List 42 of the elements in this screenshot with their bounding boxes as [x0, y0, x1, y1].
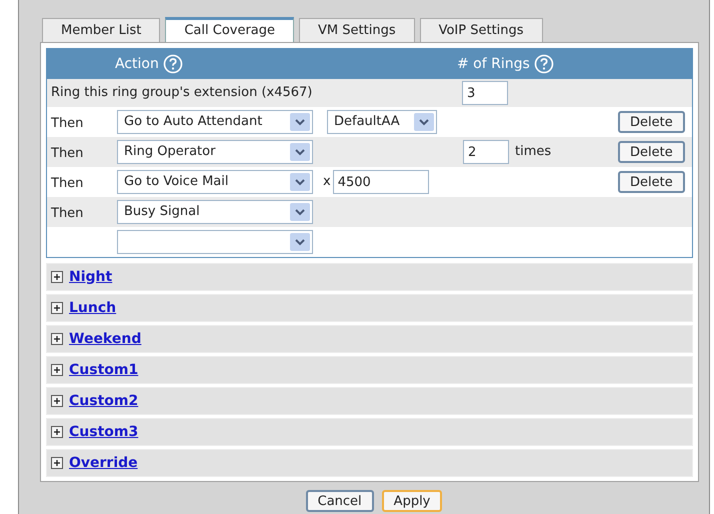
expand-icon[interactable] [51, 364, 63, 376]
expand-icon[interactable] [51, 395, 63, 407]
section-link[interactable]: Night [69, 266, 112, 288]
times-label: times [515, 143, 552, 162]
rings-field[interactable]: 2 [463, 140, 509, 164]
section-link[interactable]: Weekend [69, 328, 142, 350]
tab[interactable]: Call Coverage [165, 17, 294, 42]
delete-button[interactable]: Delete [618, 171, 685, 193]
column-header: Action [115, 54, 159, 74]
action-select[interactable]: Go to Voice Mail [117, 170, 313, 194]
section-link[interactable]: Override [69, 452, 138, 474]
rings-field[interactable]: 3 [462, 81, 508, 105]
section-link[interactable]: Custom3 [69, 422, 138, 442]
target-select[interactable]: DefaultAA [327, 110, 437, 134]
apply-button[interactable]: Apply [382, 490, 442, 512]
delete-button[interactable]: Delete [618, 141, 685, 163]
action-select[interactable]: Ring Operator [117, 140, 313, 164]
section-link[interactable]: Custom1 [69, 360, 138, 380]
then-label: Then [51, 176, 84, 191]
extension-field[interactable]: 4500 [332, 170, 429, 194]
expand-icon[interactable] [51, 271, 63, 283]
column-header: # of Rings [457, 54, 530, 74]
expand-icon[interactable] [51, 457, 63, 469]
expand-icon[interactable] [51, 333, 63, 345]
ring-extension-label: Ring this ring group's extension (x4567) [51, 84, 314, 102]
help-icon[interactable] [162, 54, 183, 74]
help-icon[interactable] [534, 54, 554, 74]
action-select[interactable]: Go to Auto Attendant [117, 110, 313, 134]
cancel-button[interactable]: Cancel [306, 490, 374, 512]
expand-icon[interactable] [51, 426, 63, 438]
then-label: Then [51, 206, 84, 221]
tab[interactable]: VM Settings [299, 18, 415, 42]
then-label: Then [51, 116, 84, 131]
action-select[interactable]: Busy Signal [117, 200, 313, 224]
tab[interactable]: Member List [42, 18, 160, 42]
delete-button[interactable]: Delete [618, 111, 685, 133]
extension-prefix: x [323, 173, 331, 192]
then-label: Then [51, 146, 84, 161]
section-link[interactable]: Custom2 [69, 390, 138, 412]
tab[interactable]: VoIP Settings [420, 18, 543, 42]
expand-icon[interactable] [51, 302, 63, 314]
section-link[interactable]: Lunch [69, 298, 116, 318]
